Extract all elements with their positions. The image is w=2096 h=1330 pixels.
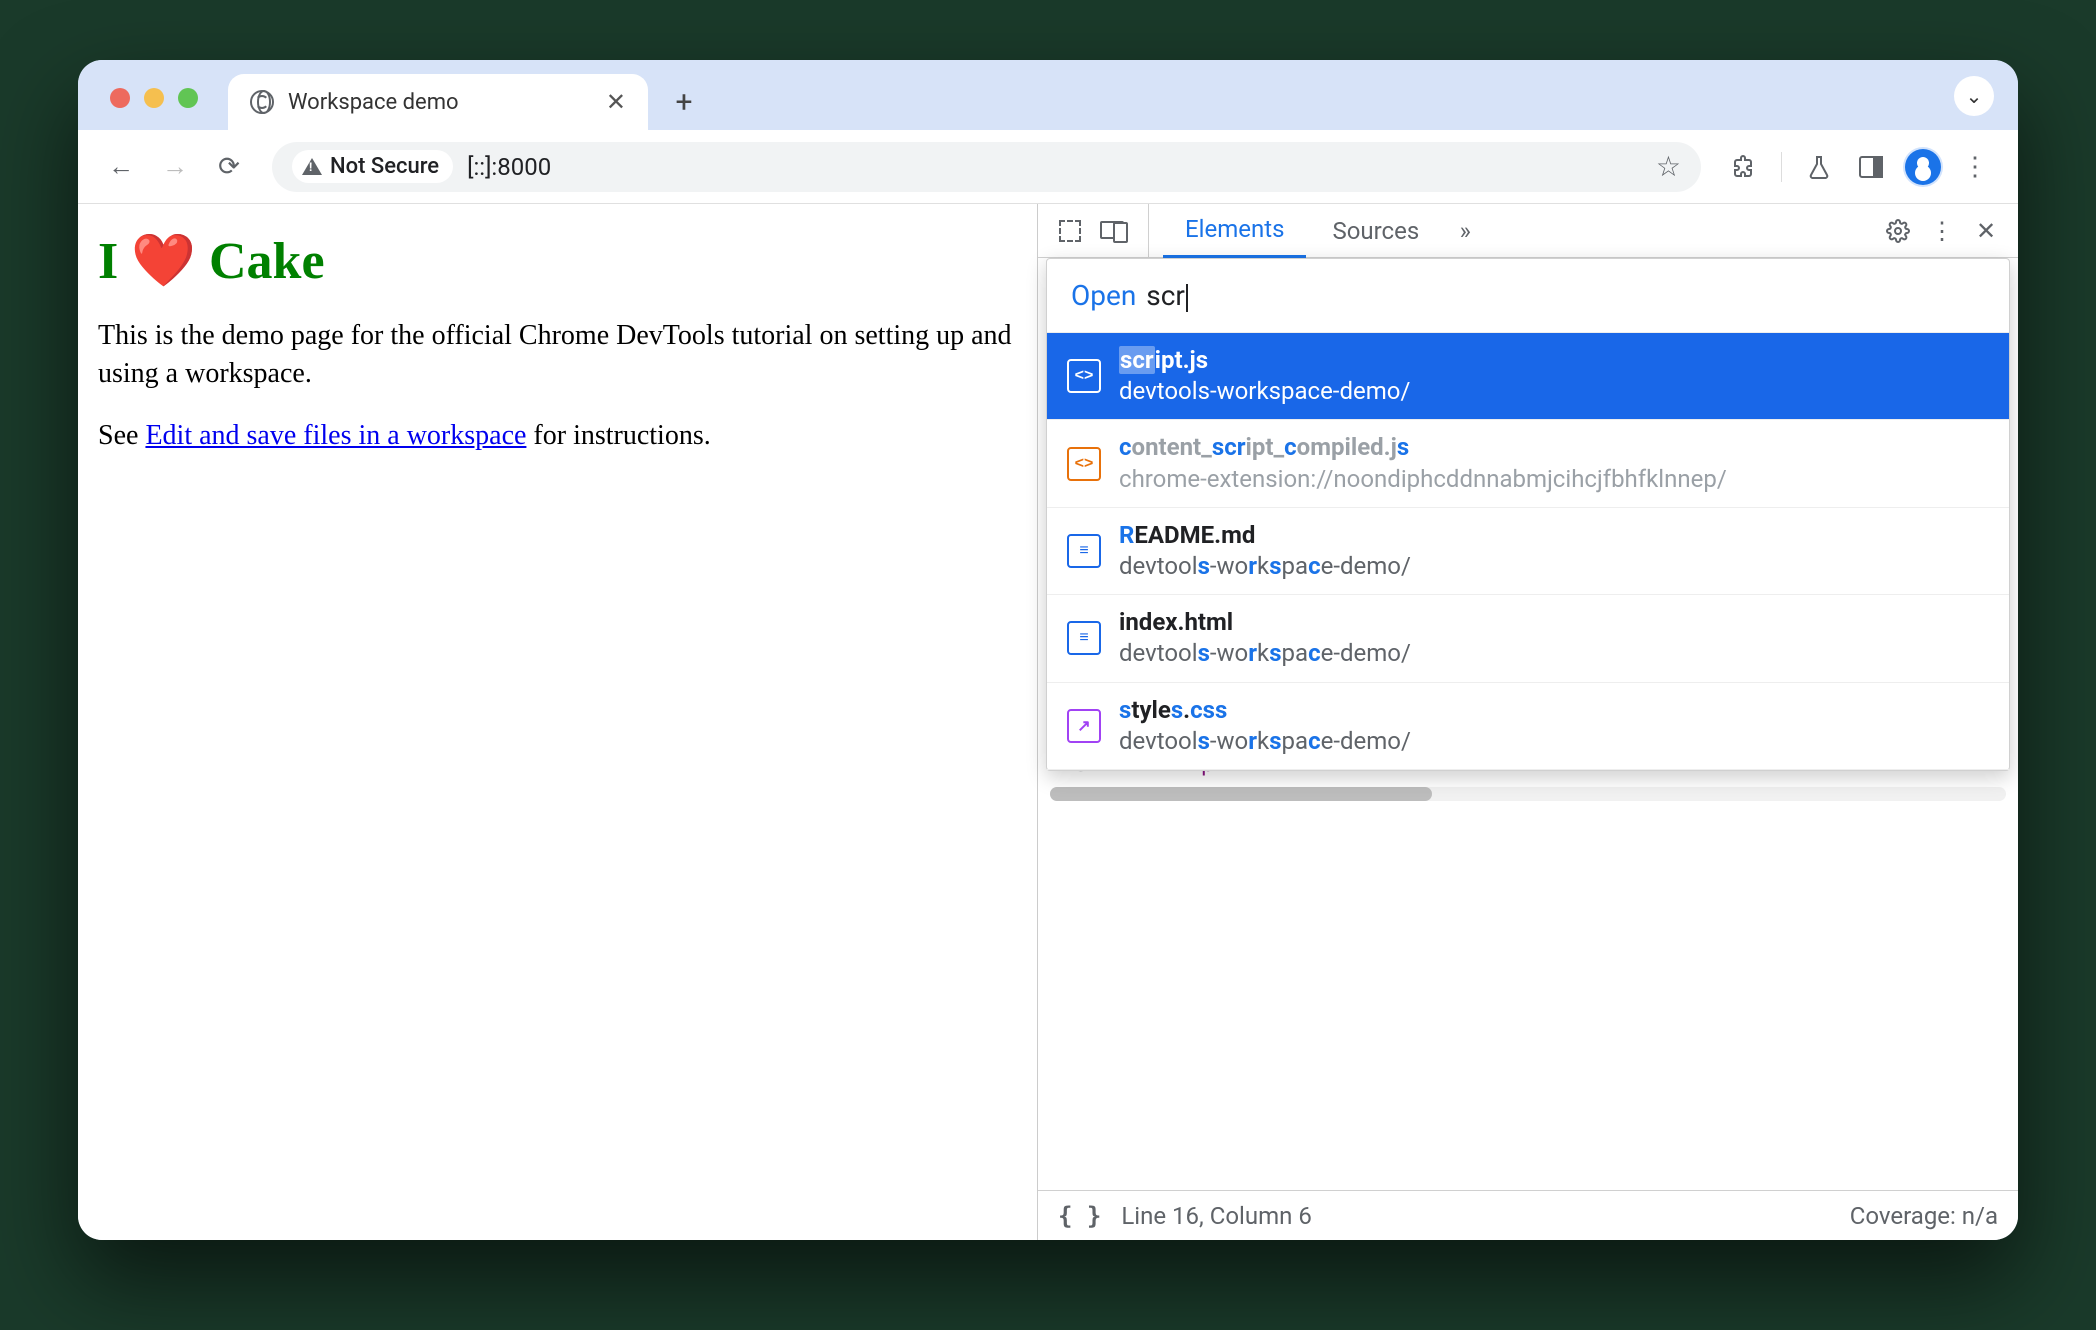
browser-toolbar: ← → ⟳ Not Secure [::]:8000 ☆ [78,130,2018,204]
open-query: scr [1146,279,1188,312]
tab-sources[interactable]: Sources [1310,205,1441,257]
globe-icon [250,90,274,114]
maximize-window-button[interactable] [178,88,198,108]
devtools-tabbar: Elements Sources » ⋮ ✕ [1038,204,2018,258]
file-type-icon: <> [1067,447,1101,481]
device-toolbar-button[interactable] [1094,211,1134,251]
file-type-icon: <> [1067,359,1101,393]
page-see-line: See Edit and save files in a workspace f… [98,417,1017,455]
reload-button[interactable]: ⟳ [206,144,252,190]
avatar-icon [1905,149,1941,185]
open-file-result[interactable]: <> script.js devtools-workspace-demo/ [1047,333,2009,420]
window-dropdown-button[interactable]: ⌄ [1954,76,1994,116]
rendered-page: I ❤️ Cake This is the demo page for the … [78,204,1038,1240]
open-file-result[interactable]: ≡ index.html devtools-workspace-demo/ [1047,595,2009,682]
side-panel-button[interactable] [1848,144,1894,190]
open-file-results: <> script.js devtools-workspace-demo/ <>… [1047,333,2009,770]
devtools-menu-button[interactable]: ⋮ [1922,211,1962,251]
file-path: devtools-workspace-demo/ [1119,551,1411,582]
file-name: README.md [1119,520,1411,551]
devtools-close-button[interactable]: ✕ [1966,211,2006,251]
url-text: [::]:8000 [467,153,551,181]
format-icon[interactable]: { } [1058,1202,1101,1230]
browser-menu-button[interactable]: ⋮ [1952,144,1998,190]
tab-elements[interactable]: Elements [1163,203,1306,258]
open-file-search[interactable]: Open scr [1047,259,2009,333]
open-file-result[interactable]: <> content_script_compiled.js chrome-ext… [1047,420,2009,507]
file-path: devtools-workspace-demo/ [1119,726,1411,757]
browser-tab[interactable]: Workspace demo ✕ [228,74,648,130]
bookmark-star-icon[interactable]: ☆ [1656,150,1681,183]
open-label: Open [1071,279,1136,312]
content-area: I ❤️ Cake This is the demo page for the … [78,204,2018,1240]
inspect-element-button[interactable] [1050,211,1090,251]
horizontal-scrollbar[interactable] [1050,787,2006,801]
window-controls [110,88,198,130]
separator [1148,204,1149,257]
cursor-position: Line 16, Column 6 [1121,1202,1311,1230]
file-name: script.js [1119,345,1410,376]
new-tab-button[interactable]: + [664,82,704,122]
text-caret [1186,284,1188,312]
file-name: content_script_compiled.js [1119,432,1727,463]
tab-strip: Workspace demo ✕ + ⌄ [78,60,2018,130]
devtools-settings-button[interactable] [1878,211,1918,251]
extensions-button[interactable] [1721,144,1767,190]
toolbar-right: ⋮ [1721,144,1998,190]
close-tab-button[interactable]: ✕ [606,88,626,116]
file-type-icon: ↗ [1067,709,1101,743]
file-name: styles.css [1119,695,1411,726]
page-paragraph: This is the demo page for the official C… [98,317,1017,393]
browser-window: Workspace demo ✕ + ⌄ ← → ⟳ Not Secure [:… [78,60,2018,1240]
tab-title: Workspace demo [288,90,459,115]
minimize-window-button[interactable] [144,88,164,108]
security-label: Not Secure [330,154,439,179]
devtools-statusbar: { } Line 16, Column 6 Coverage: n/a [1038,1190,2018,1240]
separator [1781,152,1782,182]
file-path: devtools-workspace-demo/ [1119,638,1411,669]
labs-button[interactable] [1796,144,1842,190]
devtools-panel: Elements Sources » ⋮ ✕ Open scr <> [1038,204,2018,1240]
workspace-tutorial-link[interactable]: Edit and save files in a workspace [145,420,526,451]
open-file-result[interactable]: ↗ styles.css devtools-workspace-demo/ [1047,683,2009,770]
open-file-dialog: Open scr <> script.js devtools-workspace… [1046,258,2010,771]
profile-button[interactable] [1900,144,1946,190]
warning-icon [302,158,322,175]
file-type-icon: ≡ [1067,621,1101,655]
address-bar[interactable]: Not Secure [::]:8000 ☆ [272,142,1701,192]
security-chip[interactable]: Not Secure [292,150,453,183]
file-type-icon: ≡ [1067,534,1101,568]
back-button[interactable]: ← [98,144,144,190]
file-path: devtools-workspace-demo/ [1119,376,1410,407]
forward-button[interactable]: → [152,144,198,190]
file-name: index.html [1119,607,1411,638]
more-tabs-button[interactable]: » [1445,211,1485,251]
coverage-status: Coverage: n/a [1850,1202,1998,1230]
close-window-button[interactable] [110,88,130,108]
file-path: chrome-extension://noondiphcddnnabmjcihc… [1119,464,1727,495]
page-heading: I ❤️ Cake [98,230,1017,291]
open-file-result[interactable]: ≡ README.md devtools-workspace-demo/ [1047,508,2009,595]
